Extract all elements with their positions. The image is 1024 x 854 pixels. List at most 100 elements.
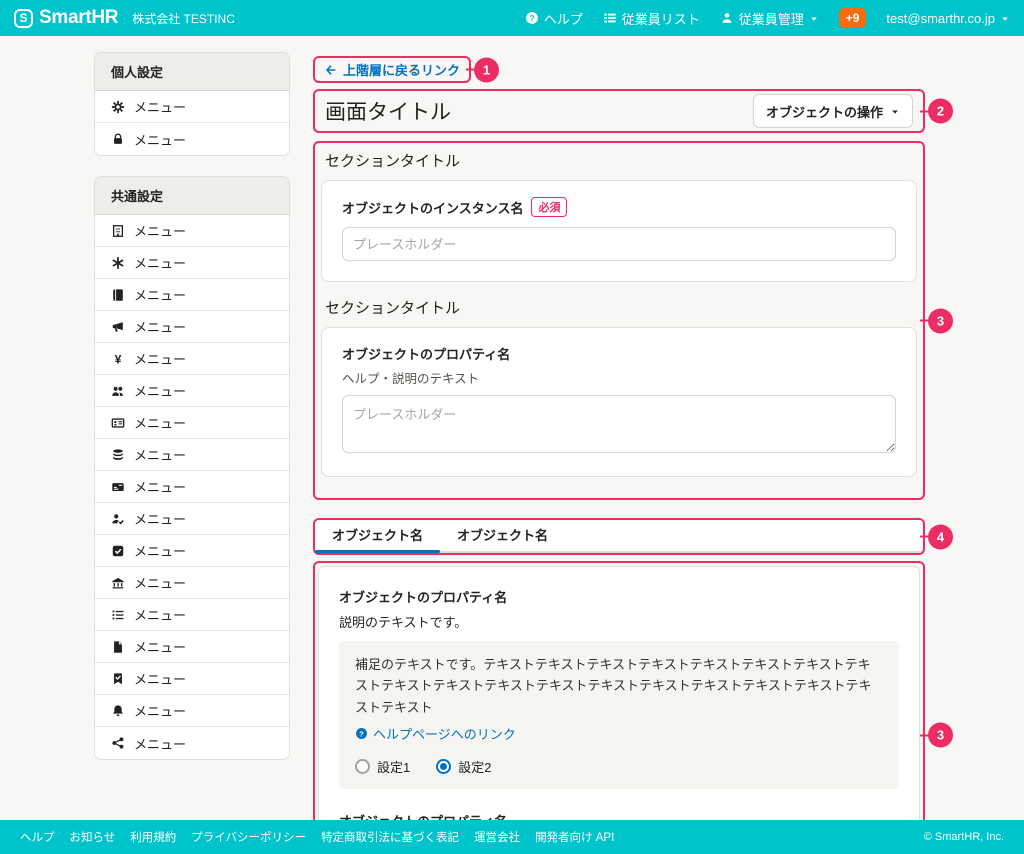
account-menu[interactable]: test@smarthr.co.jp bbox=[886, 11, 1010, 26]
sidebar-item[interactable]: メニュー bbox=[95, 375, 289, 407]
annotation-box-title: 画面タイトル オブジェクトの操作 2 bbox=[313, 89, 925, 133]
person-icon bbox=[720, 11, 734, 25]
sidebar-item[interactable]: メニュー bbox=[95, 695, 289, 727]
chevron-down-icon bbox=[809, 14, 819, 22]
section-title: セクションタイトル bbox=[325, 150, 913, 171]
tab-bar: オブジェクト名オブジェクト名 bbox=[315, 520, 923, 553]
footer-link[interactable]: 運営会社 bbox=[474, 829, 520, 845]
lock-icon bbox=[111, 132, 125, 146]
sidebar-item[interactable]: メニュー bbox=[95, 599, 289, 631]
sidebar-item[interactable]: メニュー bbox=[95, 535, 289, 567]
sidebar-item[interactable]: メニュー bbox=[95, 631, 289, 663]
yen-icon: ¥ bbox=[111, 352, 125, 366]
annotation-marker: 3 bbox=[928, 308, 953, 333]
sidebar-item-label: メニュー bbox=[134, 285, 186, 304]
radio-group: 設定1 設定2 bbox=[355, 757, 883, 776]
page-title: 画面タイトル bbox=[325, 96, 451, 126]
sidebar-item-label: メニュー bbox=[134, 97, 186, 116]
sidebar-item-label: メニュー bbox=[134, 413, 186, 432]
sidebar-group-title: 個人設定 bbox=[95, 53, 289, 91]
header-nav-item[interactable]: ?ヘルプ bbox=[525, 9, 583, 28]
section-card: オブジェクトのプロパティ名 ヘルプ・説明のテキスト bbox=[321, 327, 917, 477]
sidebar-item[interactable]: メニュー bbox=[95, 215, 289, 247]
property-field: オブジェクトのプロパティ名 設定1設定2設定3設定4 bbox=[339, 811, 899, 820]
tab-object-2[interactable]: オブジェクト名 bbox=[440, 520, 565, 551]
property-field: オブジェクトのプロパティ名 説明のテキストです。 補足のテキストです。テキストテ… bbox=[339, 587, 899, 789]
question-circle-icon: ? bbox=[525, 11, 539, 25]
header-nav-item[interactable]: 従業員管理 bbox=[720, 9, 819, 28]
person-check-icon bbox=[111, 512, 125, 526]
sidebar-item[interactable]: メニュー bbox=[95, 503, 289, 535]
sidebar-item[interactable]: ¥メニュー bbox=[95, 343, 289, 375]
list-icon bbox=[111, 608, 125, 622]
footer-link[interactable]: ヘルプ bbox=[20, 829, 55, 845]
notification-count-badge[interactable]: +9 bbox=[839, 8, 867, 28]
tab-object-1[interactable]: オブジェクト名 bbox=[315, 520, 440, 551]
footer-link[interactable]: 利用規約 bbox=[130, 829, 176, 845]
building-icon bbox=[111, 224, 125, 238]
back-link[interactable]: 上階層に戻るリンク bbox=[324, 60, 460, 79]
annotation-marker: 4 bbox=[928, 524, 953, 549]
smarthr-logo-text: SmartHR bbox=[39, 7, 118, 29]
svg-text:?: ? bbox=[359, 730, 364, 739]
bell-icon bbox=[111, 704, 125, 718]
object-actions-button[interactable]: オブジェクトの操作 bbox=[753, 94, 913, 128]
annotation-box-properties: オブジェクトのプロパティ名 説明のテキストです。 補足のテキストです。テキストテ… bbox=[313, 561, 925, 820]
help-page-link[interactable]: ? ヘルプページへのリンク bbox=[355, 724, 516, 743]
document-icon bbox=[111, 640, 125, 654]
sidebar-item-label: メニュー bbox=[134, 637, 186, 656]
radio-label: 設定2 bbox=[458, 757, 491, 776]
sidebar-item-label: メニュー bbox=[134, 573, 186, 592]
question-circle-icon: ? bbox=[355, 727, 368, 740]
property-textarea[interactable] bbox=[342, 395, 896, 453]
arrow-left-icon bbox=[324, 63, 338, 77]
smarthr-logo[interactable]: S SmartHR bbox=[14, 7, 118, 29]
sidebar-group: 個人設定 メニューメニュー bbox=[94, 52, 290, 156]
sidebar-item[interactable]: メニュー bbox=[95, 91, 289, 123]
footer-link[interactable]: プライバシーポリシー bbox=[191, 829, 306, 845]
sidebar-item-label: メニュー bbox=[134, 605, 186, 624]
share-nodes-icon bbox=[111, 736, 125, 750]
megaphone-icon bbox=[111, 320, 125, 334]
sidebar-item[interactable]: メニュー bbox=[95, 727, 289, 759]
app-header: S SmartHR 株式会社 TESTINC ?ヘルプ従業員リスト従業員管理+9… bbox=[0, 0, 1024, 36]
sidebar-item[interactable]: メニュー bbox=[95, 279, 289, 311]
sidebar-item[interactable]: メニュー bbox=[95, 123, 289, 155]
footer-links: ヘルプお知らせ利用規約プライバシーポリシー特定商取引法に基づく表記運営会社開発者… bbox=[20, 829, 614, 845]
sidebar-item-label: メニュー bbox=[134, 253, 186, 272]
sidebar-item-label: メニュー bbox=[134, 509, 186, 528]
sidebar-item[interactable]: メニュー bbox=[95, 663, 289, 695]
footer-link[interactable]: 特定商取引法に基づく表記 bbox=[321, 829, 459, 845]
radio-label: 設定1 bbox=[377, 757, 410, 776]
radio-option[interactable]: 設定1 bbox=[355, 757, 410, 776]
book-icon bbox=[111, 288, 125, 302]
sidebar-item-label: メニュー bbox=[134, 445, 186, 464]
header-nav: ?ヘルプ 従業員リスト 従業員管理 +9 test@smarthr.co.jp bbox=[525, 8, 1010, 28]
supplement-text: 補足のテキストです。テキストテキストテキストテキストテキストテキストテキストテキ… bbox=[355, 654, 883, 718]
annotation-marker: 2 bbox=[928, 99, 953, 124]
main-panel: 上階層に戻るリンク 1 画面タイトル オブジェクトの操作 2 セクションタイトル… bbox=[313, 52, 925, 820]
sidebar-item-label: メニュー bbox=[134, 381, 186, 400]
annotation-marker: 3 bbox=[928, 723, 953, 748]
id-card-icon bbox=[111, 416, 125, 430]
sidebar-item-label: メニュー bbox=[134, 734, 186, 753]
instance-name-input[interactable] bbox=[342, 227, 896, 261]
sidebar-item[interactable]: メニュー bbox=[95, 407, 289, 439]
header-nav-item[interactable]: 従業員リスト bbox=[603, 9, 700, 28]
radio-option[interactable]: 設定2 bbox=[436, 757, 491, 776]
sidebar-group: 共通設定 メニューメニューメニューメニュー¥メニューメニューメニューメニューメニ… bbox=[94, 176, 290, 760]
copyright: © SmartHR, Inc. bbox=[924, 831, 1004, 843]
database-icon bbox=[111, 448, 125, 462]
sidebar-item[interactable]: メニュー bbox=[95, 567, 289, 599]
field-inset: 補足のテキストです。テキストテキストテキストテキストテキストテキストテキストテキ… bbox=[339, 641, 899, 789]
section-title: セクションタイトル bbox=[325, 297, 913, 318]
annotation-marker: 1 bbox=[474, 57, 499, 82]
sidebar-item[interactable]: メニュー bbox=[95, 311, 289, 343]
sidebar-item[interactable]: メニュー bbox=[95, 439, 289, 471]
footer-link[interactable]: お知らせ bbox=[70, 829, 116, 845]
sidebar-item[interactable]: メニュー bbox=[95, 471, 289, 503]
app-footer: ヘルプお知らせ利用規約プライバシーポリシー特定商取引法に基づく表記運営会社開発者… bbox=[0, 820, 1024, 854]
footer-link[interactable]: 開発者向け API bbox=[535, 829, 614, 845]
sidebar-item-label: メニュー bbox=[134, 221, 186, 240]
sidebar-item[interactable]: メニュー bbox=[95, 247, 289, 279]
